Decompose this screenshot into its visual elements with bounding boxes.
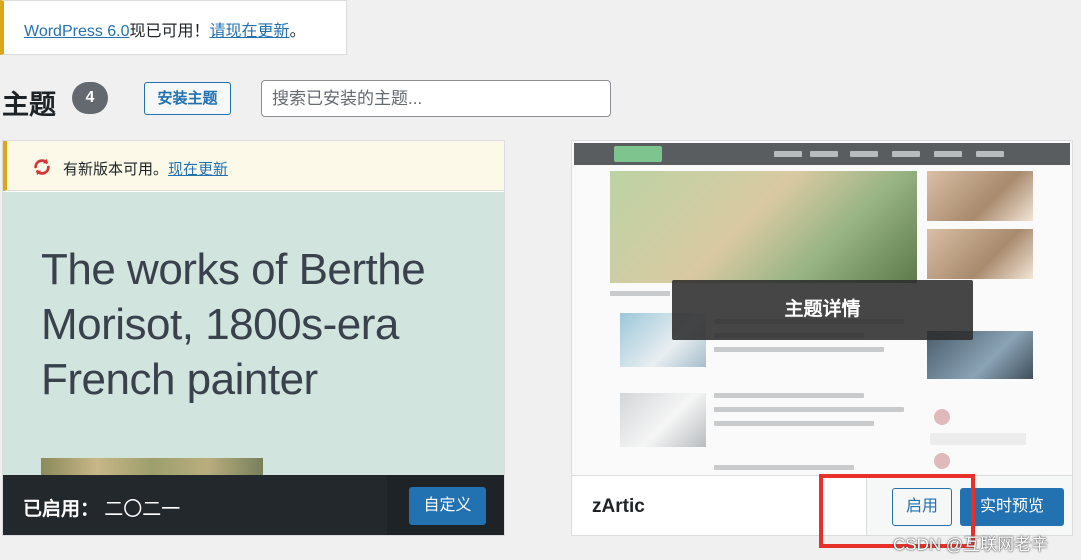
theme-count-badge: 4 <box>72 82 108 114</box>
live-preview-button[interactable]: 实时预览 <box>960 488 1064 526</box>
screenshot-text-line <box>610 291 670 296</box>
theme-screenshot[interactable]: The works of Berthe Morisot, 1800s-era F… <box>3 192 504 478</box>
screenshot-hero-image <box>610 171 917 283</box>
screenshot-side-image <box>927 229 1033 279</box>
theme-details-overlay[interactable]: 主题详情 <box>672 280 973 340</box>
wordpress-version-link[interactable]: WordPress 6.0 <box>24 23 130 40</box>
update-now-link[interactable]: 请现在更新 <box>210 23 290 40</box>
active-prefix: 已启用： <box>23 499 100 520</box>
screenshot-nav-item <box>892 151 920 157</box>
active-theme-bar: 已启用： 二〇二一 自定义 <box>3 475 504 535</box>
theme-card-twentytwentyone[interactable]: 有新版本可用。现在更新 The works of Berthe Morisot,… <box>2 140 505 536</box>
install-theme-button[interactable]: 安装主题 <box>144 82 231 115</box>
theme-name: zArtic <box>592 496 645 517</box>
screenshot-nav-item <box>976 151 1004 157</box>
notice-period: 。 <box>289 23 306 40</box>
screenshot-text-line <box>714 393 864 398</box>
screenshot-nav-item <box>774 151 802 157</box>
screenshot-comment-box <box>930 433 1026 445</box>
update-theme-link[interactable]: 现在更新 <box>168 161 228 178</box>
screenshot-logo <box>614 146 662 162</box>
page-title: 主题 <box>2 90 56 120</box>
update-notice: WordPress 6.0现已可用！请现在更新。 <box>0 0 347 55</box>
notice-text: 现已可用！ <box>129 23 210 40</box>
screenshot-text-line <box>714 465 854 470</box>
customize-button[interactable]: 自定义 <box>409 487 486 525</box>
screenshot-text-line <box>714 347 884 352</box>
screenshot-avatar <box>934 453 950 469</box>
screenshot-text-line <box>714 421 874 426</box>
update-available-text: 有新版本可用。 <box>63 161 169 178</box>
update-refresh-icon <box>34 158 50 176</box>
screenshot-thumbnail <box>620 393 706 447</box>
screenshot-nav-item <box>850 151 878 157</box>
theme-update-notice: 有新版本可用。现在更新 <box>3 141 504 191</box>
screenshot-side-image <box>927 171 1033 221</box>
screenshot-nav-item <box>934 151 962 157</box>
screenshot-nav-item <box>810 151 838 157</box>
screenshot-avatar <box>934 409 950 425</box>
csdn-watermark: CSDN @互联网老辛 <box>893 535 1049 554</box>
screenshot-navbar <box>574 143 1070 165</box>
search-themes-input[interactable] <box>261 80 611 117</box>
active-theme-label: 已启用： 二〇二一 <box>3 475 387 535</box>
active-theme-name: 二〇二一 <box>104 499 181 520</box>
screenshot-text-line <box>714 407 904 412</box>
screenshot-headline: The works of Berthe Morisot, 1800s-era F… <box>41 245 426 404</box>
